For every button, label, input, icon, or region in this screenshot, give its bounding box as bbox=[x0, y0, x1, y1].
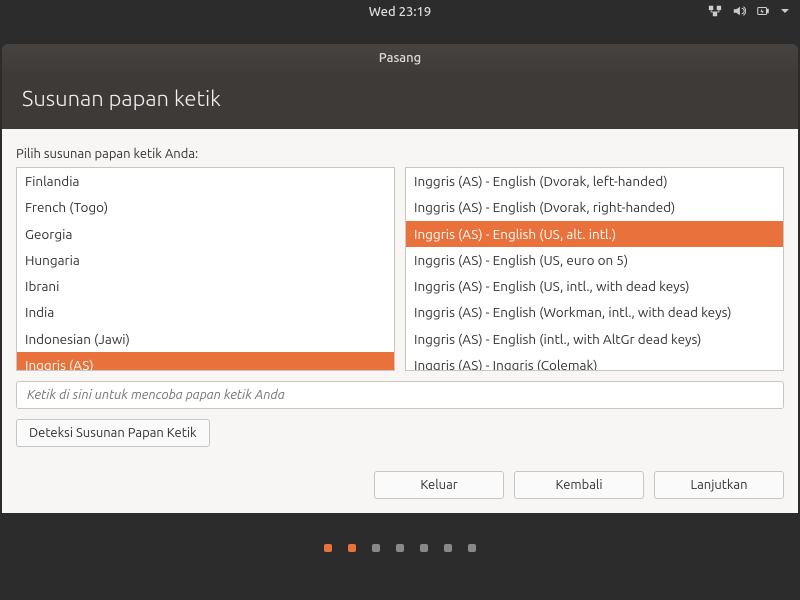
progress-dot bbox=[444, 544, 452, 552]
dropdown-icon[interactable] bbox=[780, 5, 790, 19]
list-item[interactable]: Inggris (AS) - English (US, alt. intl.) bbox=[406, 221, 783, 247]
volume-icon[interactable] bbox=[732, 4, 746, 21]
system-tray[interactable] bbox=[708, 4, 790, 21]
page-heading-bar: Susunan papan ketik bbox=[2, 72, 798, 129]
quit-button[interactable]: Keluar bbox=[374, 471, 504, 499]
list-item[interactable]: Georgia bbox=[17, 221, 394, 247]
list-item[interactable]: Inggris (AS) bbox=[17, 352, 394, 371]
network-icon[interactable] bbox=[708, 4, 722, 21]
progress-dot bbox=[348, 544, 356, 552]
prompt-text: Pilih susunan papan ketik Anda: bbox=[16, 147, 784, 161]
progress-dot bbox=[396, 544, 404, 552]
layout-variant-list[interactable]: Inggris (AS) - English (Dvorak, left-han… bbox=[405, 167, 784, 371]
list-item[interactable]: Indonesian (Jawi) bbox=[17, 326, 394, 352]
list-item[interactable]: Inggris (AS) - Inggris (Colemak) bbox=[406, 352, 783, 371]
window-title: Pasang bbox=[379, 51, 421, 65]
top-menu-bar: Wed 23:19 bbox=[0, 0, 800, 24]
list-item[interactable]: India bbox=[17, 299, 394, 325]
list-item[interactable]: Finlandia bbox=[17, 168, 394, 194]
page-heading: Susunan papan ketik bbox=[22, 86, 221, 111]
progress-dots bbox=[0, 513, 800, 583]
progress-dot bbox=[468, 544, 476, 552]
list-item[interactable]: Inggris (AS) - English (Workman, intl., … bbox=[406, 299, 783, 325]
battery-icon[interactable] bbox=[756, 4, 770, 21]
keyboard-test-input[interactable] bbox=[16, 381, 784, 409]
back-button[interactable]: Kembali bbox=[514, 471, 644, 499]
list-item[interactable]: Inggris (AS) - English (US, intl., with … bbox=[406, 273, 783, 299]
layout-country-list[interactable]: FinlandiaFrench (Togo)GeorgiaHungariaIbr… bbox=[16, 167, 395, 371]
list-item[interactable]: Inggris (AS) - English (intl., with AltG… bbox=[406, 326, 783, 352]
list-item[interactable]: Inggris (AS) - English (Dvorak, right-ha… bbox=[406, 194, 783, 220]
installer-window: Pilih susunan papan ketik Anda: Finlandi… bbox=[2, 129, 798, 513]
window-titlebar: Pasang bbox=[2, 44, 798, 72]
list-item[interactable]: Inggris (AS) - English (US, euro on 5) bbox=[406, 247, 783, 273]
list-item[interactable]: French (Togo) bbox=[17, 194, 394, 220]
progress-dot bbox=[324, 544, 332, 552]
continue-button[interactable]: Lanjutkan bbox=[654, 471, 784, 499]
detect-layout-button[interactable]: Deteksi Susunan Papan Ketik bbox=[16, 419, 210, 447]
clock-text: Wed 23:19 bbox=[369, 5, 431, 19]
list-item[interactable]: Ibrani bbox=[17, 273, 394, 299]
list-item[interactable]: Inggris (AS) - English (Dvorak, left-han… bbox=[406, 168, 783, 194]
progress-dot bbox=[372, 544, 380, 552]
progress-dot bbox=[420, 544, 428, 552]
list-item[interactable]: Hungaria bbox=[17, 247, 394, 273]
